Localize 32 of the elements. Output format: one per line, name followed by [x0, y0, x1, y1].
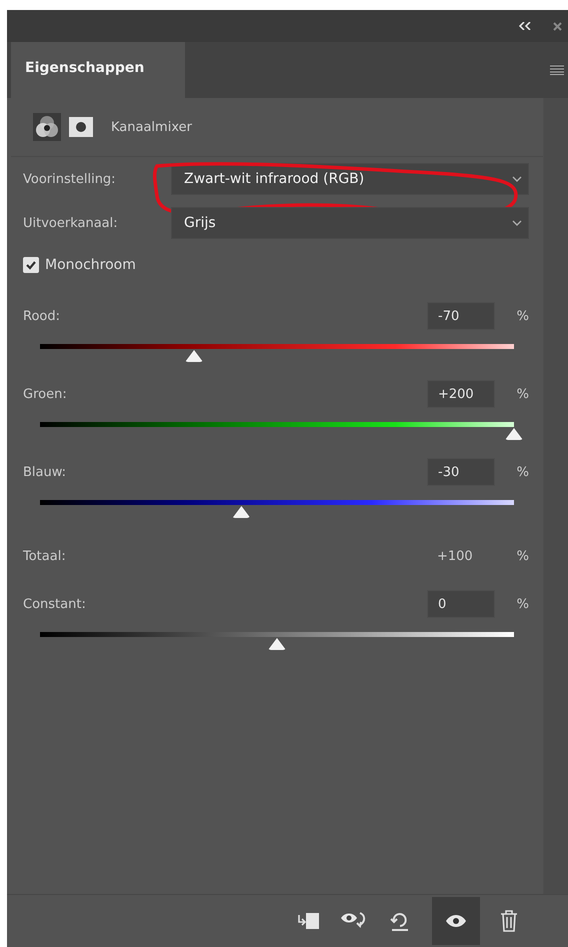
percent-label: % [516, 548, 529, 564]
value-field[interactable]: 0 [427, 590, 495, 618]
total-label: Totaal: [23, 548, 67, 564]
output-channel-label: Uitvoerkanaal: [23, 216, 119, 230]
chevron-icon [512, 176, 522, 182]
output-channel-dropdown[interactable]: Grijs [171, 207, 529, 239]
value-field[interactable]: +200 [427, 380, 495, 408]
menu-icon[interactable] [550, 65, 564, 75]
channel-mixer-icon [33, 113, 61, 141]
percent-label: % [516, 464, 529, 480]
channel-label: Blauw: [23, 464, 68, 480]
adjustment-title: Kanaalmixer [111, 120, 192, 134]
clip-to-layer-icon[interactable] [296, 911, 320, 931]
monochrome-checkbox[interactable] [23, 257, 39, 273]
trash-icon[interactable] [500, 910, 518, 932]
channel-label: Groen: [23, 386, 68, 402]
constant-label: Constant: [23, 596, 87, 612]
value-field[interactable]: -30 [427, 458, 495, 486]
channel-label: Rood: [23, 308, 61, 324]
percent-label: % [516, 386, 529, 402]
percent-label: % [516, 596, 529, 612]
close-icon[interactable] [553, 22, 562, 30]
monochrome-label: Monochroom [45, 257, 136, 273]
visibility-icon[interactable] [432, 897, 480, 945]
percent-label: % [516, 308, 529, 324]
value-field[interactable]: -70 [427, 302, 495, 330]
total-value: +100 [436, 548, 474, 564]
panel-tab[interactable]: Eigenschappen [11, 42, 185, 98]
collapse-icon[interactable] [519, 22, 531, 30]
chevron-icon [512, 220, 522, 226]
mask-icon[interactable] [69, 117, 93, 137]
preset-label: Voorinstelling: [23, 172, 117, 186]
